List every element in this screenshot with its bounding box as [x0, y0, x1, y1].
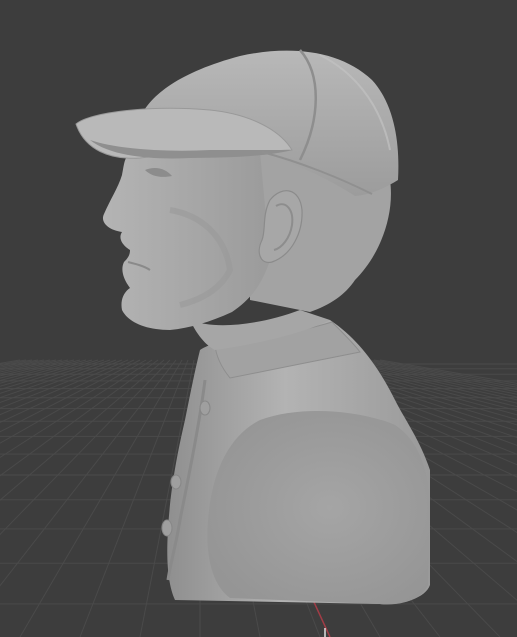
- grid-line: [0, 359, 57, 373]
- grid-line: [0, 359, 135, 424]
- grid-line: [0, 359, 75, 379]
- 3d-viewport[interactable]: [0, 0, 517, 637]
- shirt-button: [170, 474, 182, 490]
- shirt-button: [161, 519, 173, 537]
- grid-line: [0, 359, 45, 370]
- grid-line: [0, 359, 99, 391]
- grid-line: [0, 359, 165, 501]
- grid-line: [0, 359, 123, 409]
- bust-model[interactable]: [75, 49, 430, 605]
- grid-line: [0, 359, 147, 444]
- grid-line: [0, 359, 129, 416]
- grid-line: [0, 359, 141, 433]
- grid-line: [0, 359, 69, 377]
- cut-base: [207, 410, 430, 605]
- grid-line: [0, 359, 171, 536]
- shirt-button: [199, 400, 211, 416]
- viewport-canvas[interactable]: [0, 0, 517, 637]
- grid-line: [0, 359, 39, 368]
- grid-line: [0, 359, 51, 371]
